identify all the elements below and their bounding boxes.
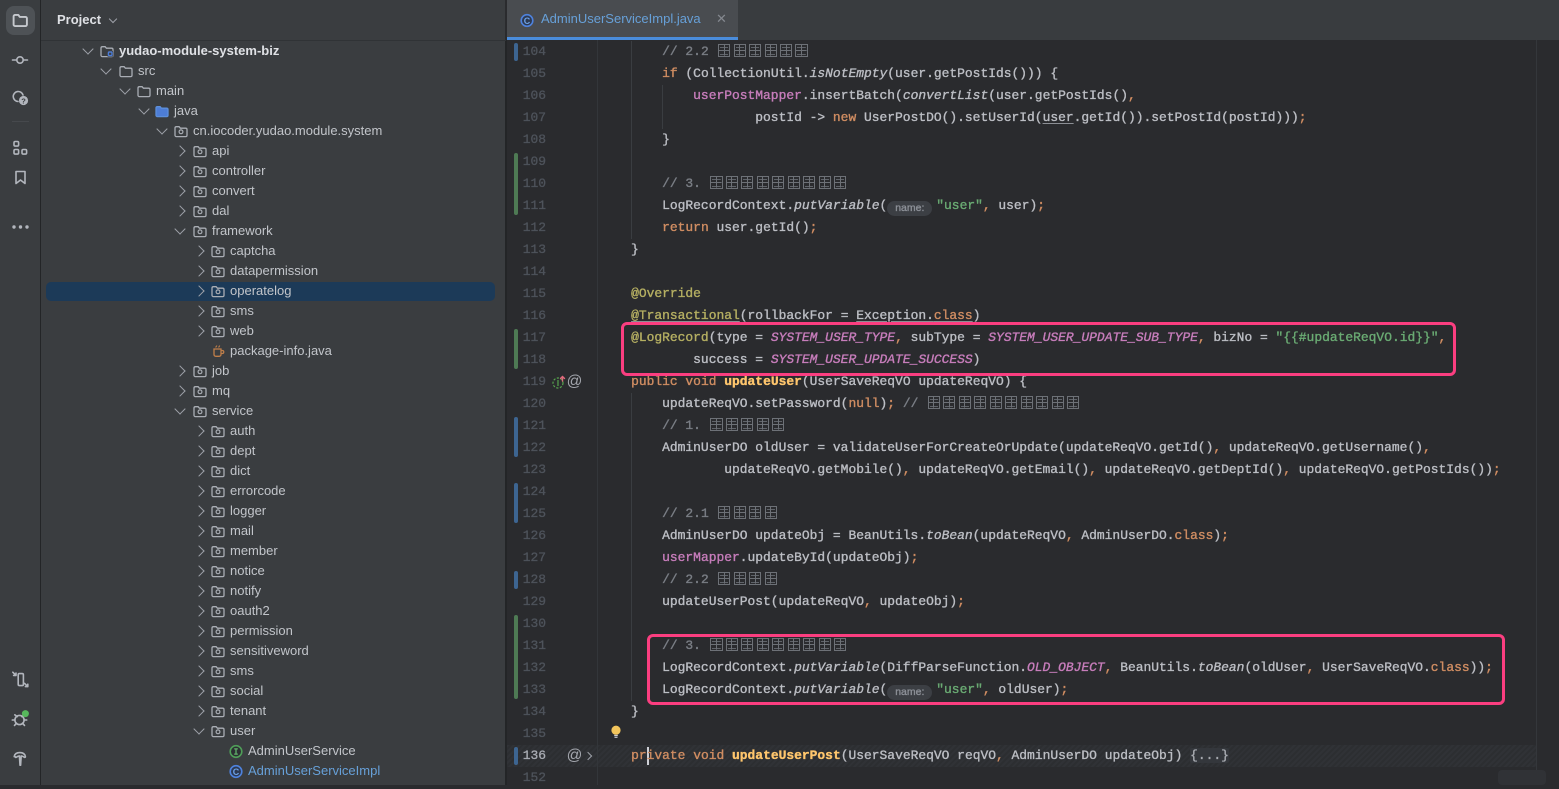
svg-text:?: ? bbox=[21, 96, 26, 105]
svg-text:I: I bbox=[557, 379, 559, 388]
